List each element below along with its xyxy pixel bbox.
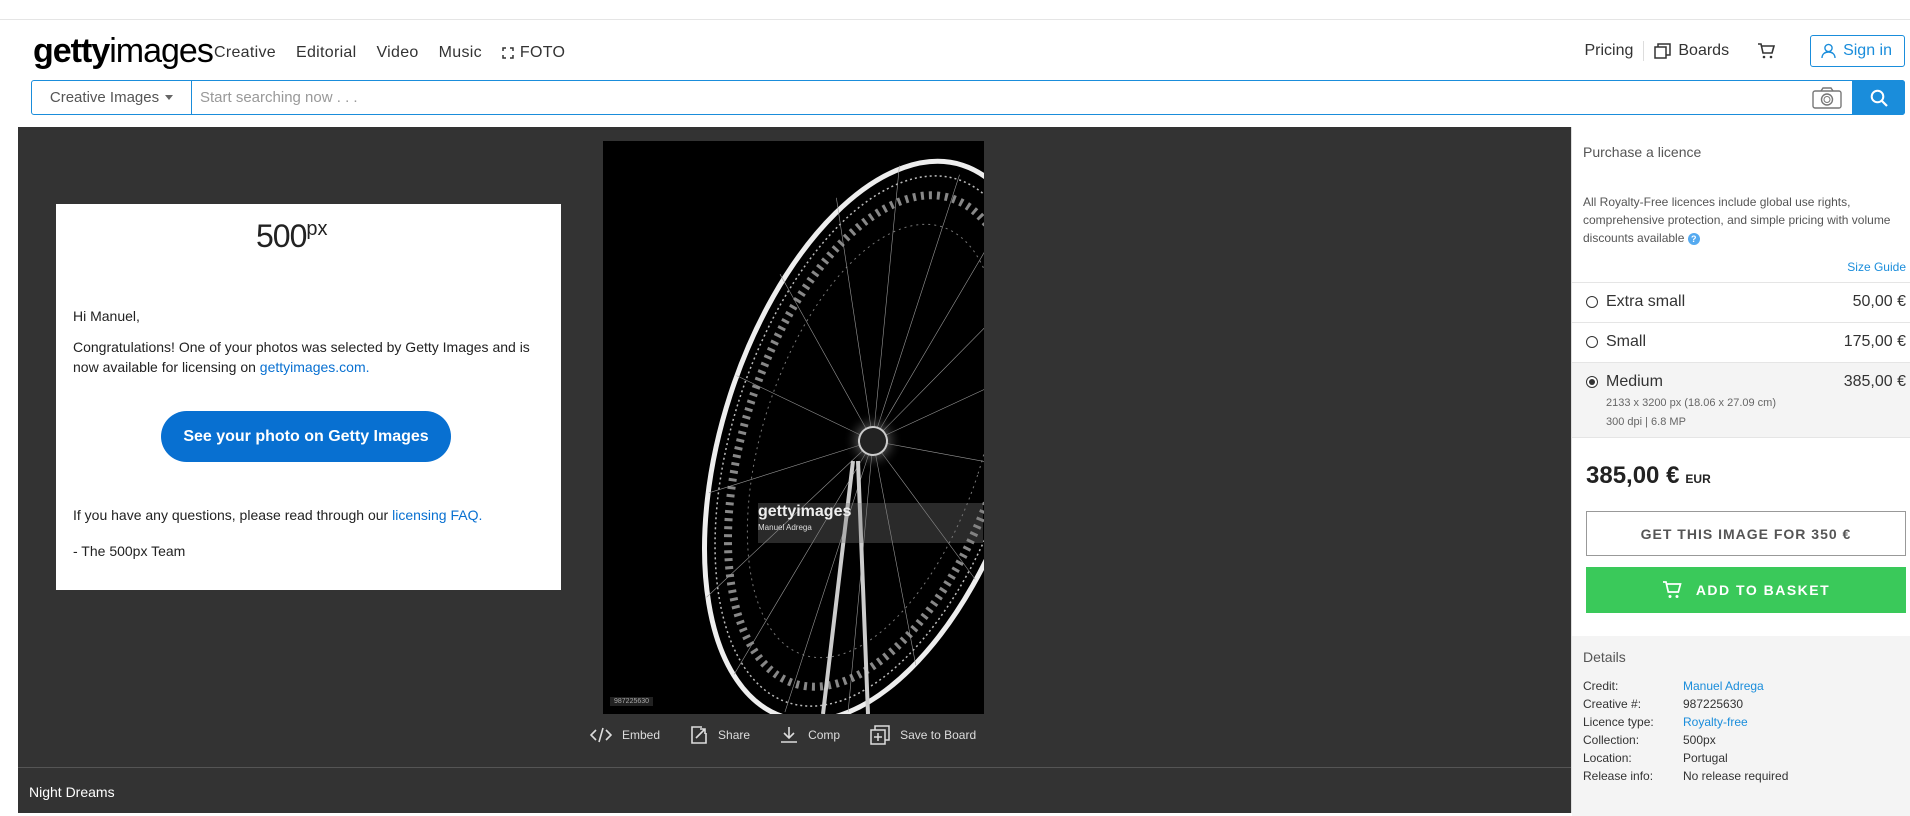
- user-icon: [1821, 43, 1836, 59]
- size-resolution: 300 dpi | 6.8 MP: [1606, 416, 1686, 428]
- add-to-basket-button[interactable]: ADD TO BASKET: [1586, 567, 1906, 613]
- help-icon[interactable]: ?: [1687, 233, 1700, 245]
- size-option-extra-small[interactable]: Extra small 50,00 €: [1572, 282, 1910, 322]
- email-signature: - The 500px Team: [73, 543, 186, 559]
- size-guide-link[interactable]: Size Guide: [1847, 260, 1906, 274]
- size-dimensions: 2133 x 3200 px (18.06 x 27.09 cm): [1606, 397, 1776, 409]
- main-nav: Creative Editorial Video Music FOTO: [214, 44, 585, 62]
- search-bar: Creative Images: [31, 80, 1905, 115]
- boards-icon: [1654, 43, 1672, 59]
- header-actions: Pricing Boards Sign in: [1584, 35, 1910, 67]
- image-viewer: 500px Hi Manuel, Congratulations! One of…: [18, 127, 1571, 813]
- purchase-panel: Purchase a licence All Royalty-Free lice…: [1571, 127, 1910, 816]
- email-body: Congratulations! One of your photos was …: [73, 339, 530, 375]
- pricing-link[interactable]: Pricing: [1584, 42, 1633, 60]
- embed-label: Embed: [622, 728, 661, 742]
- currency-label: EUR: [1685, 472, 1711, 486]
- see-photo-button[interactable]: See your photo on Getty Images: [161, 411, 451, 462]
- nav-video[interactable]: Video: [377, 44, 419, 62]
- nav-foto[interactable]: FOTO: [502, 44, 565, 62]
- watermark-logo: gettyimages: [758, 503, 852, 520]
- share-icon: [691, 726, 707, 744]
- site-header: gettyimages Creative Editorial Video Mus…: [0, 20, 1910, 80]
- size-price: 385,00 €: [1843, 373, 1906, 390]
- search-by-image-button[interactable]: [1802, 81, 1852, 114]
- image-title-bar: Night Dreams: [18, 767, 1571, 813]
- email-overlay: 500px Hi Manuel, Congratulations! One of…: [56, 204, 561, 590]
- nav-foto-label: FOTO: [519, 44, 566, 61]
- add-board-icon: [870, 725, 890, 745]
- caret-down-icon: [165, 95, 174, 100]
- purchase-title: Purchase a licence: [1583, 144, 1702, 160]
- licence-type-link[interactable]: Royalty-free: [1683, 715, 1748, 729]
- sign-in-button[interactable]: Sign in: [1810, 35, 1905, 67]
- code-icon: [590, 727, 612, 743]
- radio-extra-small[interactable]: [1586, 296, 1598, 308]
- frame-icon: [502, 47, 514, 59]
- sign-in-label: Sign in: [1843, 42, 1892, 59]
- camera-icon: [1812, 86, 1842, 109]
- size-price: 175,00 €: [1843, 333, 1906, 350]
- search-button[interactable]: [1852, 80, 1905, 115]
- search-icon: [1870, 89, 1888, 107]
- pricing-label: Pricing: [1584, 42, 1634, 59]
- credit-link[interactable]: Manuel Adrega: [1683, 679, 1764, 693]
- add-to-basket-label: ADD TO BASKET: [1695, 582, 1831, 598]
- search-type-dropdown[interactable]: Creative Images: [32, 81, 192, 114]
- comp-button[interactable]: Comp: [780, 726, 840, 744]
- watermark-credit: Manuel Adrega: [758, 523, 812, 532]
- email-greeting: Hi Manuel,: [73, 308, 140, 324]
- size-name: Small: [1606, 333, 1647, 350]
- boards-link[interactable]: Boards: [1654, 42, 1729, 60]
- save-to-board-button[interactable]: Save to Board: [870, 725, 976, 745]
- licence-description: All Royalty-Free licences include global…: [1583, 195, 1891, 245]
- size-option-medium[interactable]: Medium 385,00 € 2133 x 3200 px (18.06 x …: [1572, 362, 1910, 438]
- ferris-wheel-image: [603, 141, 984, 714]
- watermark: gettyimages Manuel Adrega: [758, 503, 983, 543]
- licensing-faq-link[interactable]: licensing FAQ.: [392, 507, 482, 523]
- boards-label: Boards: [1678, 42, 1730, 59]
- download-icon: [781, 727, 798, 743]
- 500px-logo: 500px: [256, 218, 328, 254]
- details-panel: Details Credit: Manuel Adrega Creative #:…: [1572, 636, 1910, 816]
- radio-small[interactable]: [1586, 336, 1598, 348]
- nav-creative[interactable]: Creative: [214, 44, 276, 62]
- top-strip: [0, 0, 1910, 20]
- cart-button[interactable]: [1757, 43, 1776, 59]
- embed-button[interactable]: Embed: [590, 727, 660, 743]
- image-title: Night Dreams: [29, 784, 115, 800]
- email-questions: If you have any questions, please read t…: [73, 507, 483, 523]
- get-image-button[interactable]: GET THIS IMAGE FOR 350 €: [1586, 511, 1906, 556]
- total-price: 385,00 € EUR: [1586, 462, 1711, 489]
- nav-editorial[interactable]: Editorial: [296, 44, 357, 62]
- share-button[interactable]: Share: [690, 726, 750, 744]
- main-photo[interactable]: gettyimages Manuel Adrega 987225630: [603, 141, 984, 714]
- gettyimages-link[interactable]: gettyimages.com.: [260, 359, 370, 375]
- image-actions: Embed Share Comp Save to Board: [590, 725, 976, 745]
- cart-icon: [1662, 581, 1682, 598]
- size-option-small[interactable]: Small 175,00 €: [1572, 322, 1910, 362]
- radio-medium[interactable]: [1586, 376, 1598, 388]
- gettyimages-logo[interactable]: gettyimages: [33, 32, 214, 71]
- comp-label: Comp: [808, 728, 841, 742]
- search-type-label: Creative Images: [49, 89, 160, 106]
- details-title: Details: [1583, 649, 1626, 665]
- divider: [1643, 41, 1645, 61]
- photo-id: 987225630: [610, 697, 654, 706]
- size-name: Medium: [1606, 373, 1663, 390]
- size-price: 50,00 €: [1852, 293, 1906, 310]
- nav-music[interactable]: Music: [439, 44, 482, 62]
- save-to-board-label: Save to Board: [900, 728, 977, 742]
- search-input[interactable]: [192, 81, 1802, 114]
- cart-icon: [1758, 43, 1776, 59]
- size-name: Extra small: [1606, 293, 1686, 310]
- share-label: Share: [718, 728, 751, 742]
